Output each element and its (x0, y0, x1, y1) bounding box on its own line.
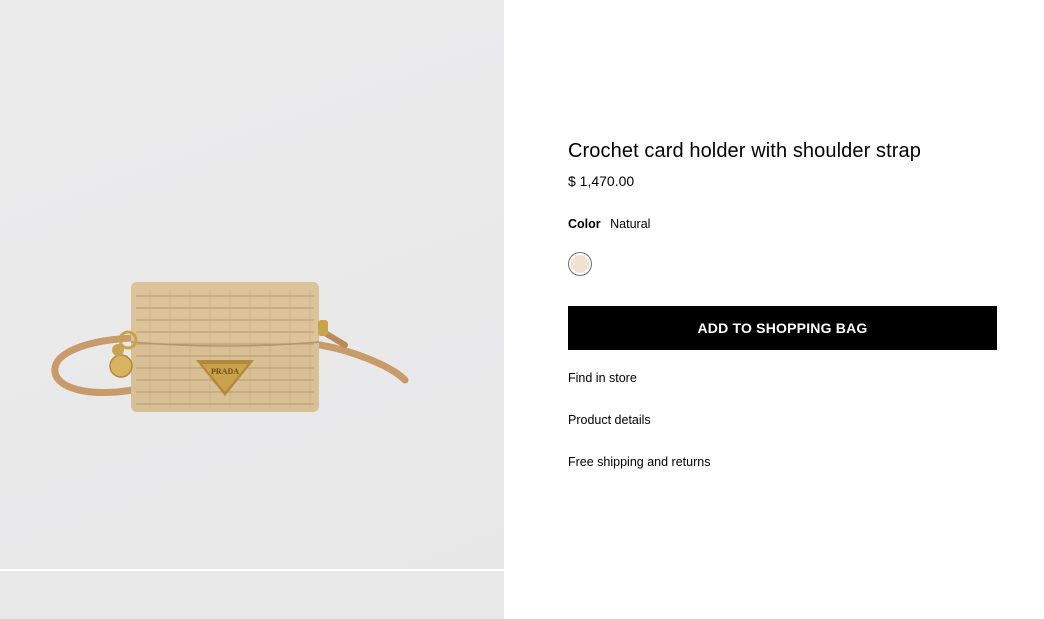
color-value: Natural (610, 217, 651, 231)
color-row: Color Natural (568, 217, 650, 231)
swatch-fill (571, 255, 589, 273)
product-image[interactable]: PRADA (0, 0, 504, 569)
product-title: Crochet card holder with shoulder strap (568, 140, 921, 162)
product-price: $ 1,470.00 (568, 173, 635, 189)
shipping-returns-link[interactable]: Free shipping and returns (568, 455, 710, 469)
product-details-link[interactable]: Product details (568, 413, 651, 427)
product-image-illustration: PRADA (51, 282, 409, 412)
add-to-bag-button[interactable]: ADD TO SHOPPING BAG (568, 306, 997, 350)
color-label: Color (568, 217, 601, 231)
find-in-store-link[interactable]: Find in store (568, 371, 637, 385)
svg-text:PRADA: PRADA (211, 367, 239, 376)
product-image-next[interactable] (0, 571, 504, 619)
product-gallery: PRADA (0, 0, 504, 619)
color-swatch-natural[interactable] (568, 252, 592, 276)
